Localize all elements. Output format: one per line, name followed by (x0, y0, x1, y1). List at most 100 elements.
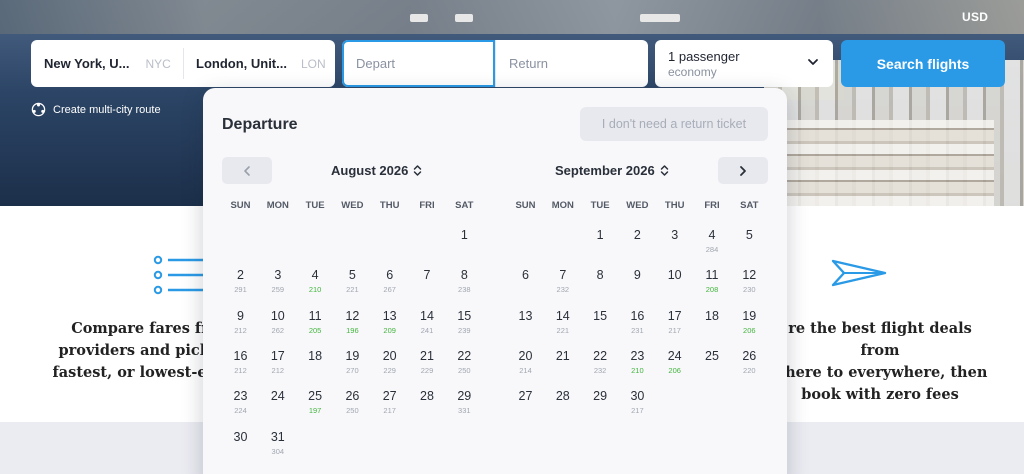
calendar-day[interactable]: 22 250 (446, 349, 483, 375)
calendar-day[interactable]: 5 221 (334, 268, 371, 294)
day-number: 25 (308, 389, 323, 404)
origin-field[interactable]: New York, U... NYC (44, 40, 194, 87)
day-number: 19 (345, 348, 360, 363)
calendar-day[interactable]: 8 (582, 268, 619, 285)
depart-date-input[interactable]: Depart (342, 40, 495, 87)
calendar-day[interactable]: 7 232 (544, 268, 581, 294)
calendar-day[interactable]: 1 (446, 228, 483, 245)
calendar-day[interactable]: 24 206 (656, 349, 693, 375)
calendar-day[interactable]: 13 (507, 309, 544, 326)
calendar-day[interactable]: 10 262 (259, 309, 296, 335)
day-price: 220 (743, 365, 756, 375)
calendar-day[interactable]: 19 206 (731, 309, 768, 335)
return-date-input[interactable]: Return (495, 40, 648, 87)
day-price: 197 (308, 406, 322, 416)
day-number: 22 (457, 348, 472, 363)
calendar-day[interactable]: 3 (656, 228, 693, 245)
calendar-day[interactable]: 26 220 (731, 349, 768, 375)
calendar-day[interactable]: 12 196 (334, 309, 371, 335)
calendar-day[interactable]: 27 217 (371, 389, 408, 415)
weekday-header: WED (341, 200, 364, 211)
calendar-day[interactable]: 19 270 (334, 349, 371, 375)
calendar-day[interactable]: 29 331 (446, 389, 483, 415)
calendar-day[interactable]: 17 217 (656, 309, 693, 335)
calendar-day[interactable]: 20 229 (371, 349, 408, 375)
calendar-day[interactable]: 20 214 (507, 349, 544, 375)
calendar-day[interactable]: 11 208 (694, 268, 731, 294)
calendar-day[interactable]: 2 291 (222, 268, 259, 294)
passengers-selector[interactable]: 1 passenger economy (655, 40, 833, 87)
calendar-day[interactable]: 9 212 (222, 309, 259, 335)
day-price: 232 (556, 285, 570, 295)
route-icon (31, 102, 46, 117)
calendar-day[interactable]: 1 (582, 228, 619, 245)
day-price: 210 (308, 285, 322, 295)
calendar-day[interactable]: 17 212 (259, 349, 296, 375)
calendar-day[interactable]: 3 259 (259, 268, 296, 294)
town-buildings (784, 120, 994, 206)
calendar-day[interactable]: 18 (694, 309, 731, 326)
calendar-day[interactable]: 5 (731, 228, 768, 245)
calendar-day[interactable]: 10 (656, 268, 693, 285)
day-price: 230 (743, 285, 756, 295)
calendar-day[interactable]: 25 197 (297, 389, 334, 415)
calendar-day[interactable]: 18 (297, 349, 334, 366)
calendar-day[interactable]: 16 231 (619, 309, 656, 335)
calendar-day[interactable]: 16 212 (222, 349, 259, 375)
day-price: 217 (383, 406, 396, 416)
calendar-day[interactable]: 22 232 (582, 349, 619, 375)
calendar-day[interactable]: 21 229 (409, 349, 446, 375)
calendar-day[interactable]: 29 (582, 389, 619, 406)
boat (640, 14, 680, 22)
calendar-day[interactable]: 23 210 (619, 349, 656, 375)
calendar-day[interactable]: 6 267 (371, 268, 408, 294)
calendar-day[interactable]: 6 (507, 268, 544, 285)
day-number: 25 (705, 348, 719, 363)
calendar-day[interactable]: 28 (544, 389, 581, 406)
calendar-day[interactable]: 15 239 (446, 309, 483, 335)
no-return-ticket-button[interactable]: I don't need a return ticket (580, 107, 768, 141)
month-select-september[interactable]: September 2026 (555, 163, 669, 178)
calendar-day[interactable]: 23 224 (222, 389, 259, 415)
weekday-header: TUE (590, 200, 610, 211)
calendar-day[interactable]: 7 (409, 268, 446, 285)
calendar-day[interactable]: 24 (259, 389, 296, 406)
day-number: 2 (237, 268, 244, 283)
boat (410, 14, 428, 22)
boat (455, 14, 473, 22)
calendar-day[interactable]: 30 217 (619, 389, 656, 415)
day-number: 22 (593, 348, 608, 363)
day-number: 3 (671, 228, 679, 242)
calendar-day[interactable]: 27 (507, 389, 544, 406)
calendar-day[interactable]: 13 209 (371, 309, 408, 335)
calendar-day[interactable]: 11 205 (297, 309, 334, 335)
day-number: 20 (382, 348, 397, 363)
previous-month-button[interactable] (222, 157, 272, 184)
calendar-day[interactable]: 14 221 (544, 309, 581, 335)
calendar-day[interactable]: 30 (222, 430, 259, 447)
day-number: 17 (270, 348, 285, 363)
calendar-day[interactable]: 4 284 (694, 228, 731, 254)
destination-field[interactable]: London, Unit... LON (196, 40, 332, 87)
multi-city-link[interactable]: Create multi-city route (31, 102, 161, 117)
calendar-day[interactable]: 26 250 (334, 389, 371, 415)
month-select-august[interactable]: August 2026 (331, 163, 422, 178)
day-number: 15 (457, 308, 472, 323)
calendar-day[interactable]: 25 (694, 349, 731, 366)
day-number: 20 (518, 348, 533, 363)
calendar-day[interactable]: 15 (582, 309, 619, 326)
calendar-day[interactable]: 4 210 (297, 268, 334, 294)
calendar-day[interactable]: 12 230 (731, 268, 768, 294)
search-flights-button[interactable]: Search flights (841, 40, 1005, 87)
calendar-day[interactable]: 31 304 (259, 430, 296, 456)
day-number: 18 (308, 348, 323, 363)
calendar-day[interactable]: 28 (409, 389, 446, 406)
calendar-day[interactable]: 9 (619, 268, 656, 285)
calendar-day[interactable]: 8 238 (446, 268, 483, 294)
day-number: 7 (423, 268, 431, 283)
currency-selector[interactable]: USD (962, 10, 988, 24)
next-month-button[interactable] (718, 157, 768, 184)
calendar-day[interactable]: 21 (544, 349, 581, 366)
calendar-day[interactable]: 14 241 (409, 309, 446, 335)
calendar-day[interactable]: 2 (619, 228, 656, 245)
